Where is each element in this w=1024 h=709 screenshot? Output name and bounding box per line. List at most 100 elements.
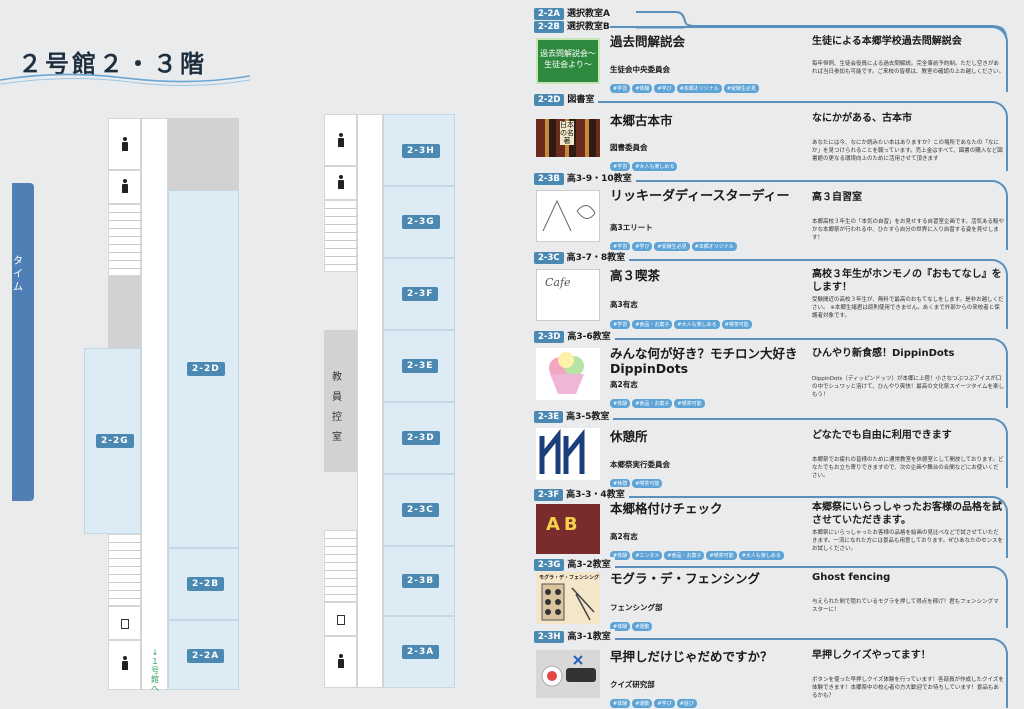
event-title: 過去問解説会 xyxy=(610,34,686,49)
event-room-header: 2-3C 高3-7・8教室 xyxy=(534,250,630,264)
buzzer-picture xyxy=(541,655,596,687)
event-description: あなたには今、なにか読みたい本はありますか？この場所であなたの「なにか」を見つけ… xyxy=(812,140,1003,162)
event-title: 休憩所 xyxy=(610,429,648,444)
event-subtitle: ひんやり新食感！DippinDots xyxy=(812,348,955,359)
event-tags: #体験 #エンタメ #食品・お菓子 #喫茶可能 #大人も楽しめる xyxy=(610,542,786,561)
event-tags: #学習 #大人も楽しめる xyxy=(610,153,679,172)
floor2-corridor xyxy=(141,118,168,690)
event-thumbnail xyxy=(536,650,600,698)
person-icon xyxy=(120,656,130,670)
room-label-2-3b: 2-3B xyxy=(402,574,440,588)
event-subtitle: 早押しクイズやってます！ xyxy=(812,650,931,661)
event-tags: #学習 #食品・お菓子 #大人も楽しめる #喫茶可能 xyxy=(610,311,754,330)
elevator-3f xyxy=(324,602,357,636)
event-title: 高３喫茶 xyxy=(610,268,661,283)
event-description: ボタンを使った早押しクイズ体験を行っています！各部員が作成したクイズを体験できま… xyxy=(812,677,1004,699)
event-organizer: 図書委員会 xyxy=(610,143,648,152)
event-card[interactable]: 過去問解説会〜生徒会より〜 過去問解説会 生徒会中央委員会 #学習 #体験 #学び #… xyxy=(534,26,1008,94)
event-subtitle: なにかがある、古本市 xyxy=(812,113,912,124)
event-title: 本郷古本市 xyxy=(610,113,673,128)
event-room-header: 2-3G 高3-2教室 xyxy=(534,557,615,571)
event-room-header: 2-3B 高3-9・10教室 xyxy=(534,171,636,185)
event-organizer: 高3有志 xyxy=(610,300,638,309)
event-description: 受験間近の高校３年生が、無料で最高のおもてなしをします。是非お越しください。 ※… xyxy=(812,297,1004,319)
event-title: 本郷格付けチェック xyxy=(610,501,723,516)
sketch-drawing xyxy=(542,199,596,232)
event-description: 毎年恒例、生徒会役員による過去問解説。完全事前予約制。ただし空きがあれば当日参加… xyxy=(812,61,1004,75)
event-card[interactable]: 2-3B 高3-9・10教室 リッキーダディースターディー 高3エリート #学習 #… xyxy=(534,171,1008,252)
event-description: 与えられた剣で隠れているモグラを押して得点を稼げ！君もフェンシングマスターに！ xyxy=(812,599,999,613)
title-wave xyxy=(0,73,250,87)
event-description: 本郷祭にいらっしゃったお客様の品格を絵画の見比べなどで試させていただきます。一流… xyxy=(812,530,1003,552)
room-label-2-3h: 2-3H xyxy=(402,144,440,158)
ice-cream-picture xyxy=(549,352,584,394)
event-description: DippinDots（ディッピンドッツ）が本郷に上陸！小さなつぶつぶアイスが口の… xyxy=(812,376,1005,398)
event-subtitle: 本郷祭にいらっしゃったお客様の品格を試させていただきます。 xyxy=(812,502,1002,526)
top-room-2-2a: 2-2A 選択教室A xyxy=(534,6,610,20)
room-label-2-2d: 2-2D xyxy=(187,362,225,376)
event-card[interactable]: 2-2D 図書室 日本の名著 本郷古本市 図書委員会 #学習 #大人も楽しめる なに… xyxy=(534,92,1008,172)
event-tags: #学習 #学び #受験生必見 #本郷オリジナル xyxy=(610,233,739,252)
event-tags: #体験 #食品・お菓子 #喫茶可能 xyxy=(610,390,707,409)
event-subtitle: 高校３年生がホンモノの『おもてなし』をします！ xyxy=(812,269,1002,293)
room-label-2-2g: 2-2G xyxy=(96,434,134,448)
event-tags: #体験 #運動 xyxy=(610,613,654,632)
event-organizer: フェンシング部 xyxy=(610,603,663,612)
event-room-header: 2-2D 図書室 xyxy=(534,92,599,106)
room-label-2-2b: 2-2B xyxy=(187,577,225,591)
event-tags: #体験 #運動 #学び #遊び xyxy=(610,690,699,709)
utility-2f xyxy=(108,276,141,348)
event-card[interactable]: 2-3C 高3-7・8教室 Cafe 高３喫茶 高3有志 #学習 #食品・お菓子 #大… xyxy=(534,250,1008,330)
person-icon xyxy=(336,175,346,189)
event-title: リッキーダディースターディー xyxy=(610,189,790,204)
room-label-2-3c: 2-3C xyxy=(402,503,439,517)
event-organizer: 本郷祭実行委員会 xyxy=(610,460,670,469)
event-subtitle: 高３自習室 xyxy=(812,192,862,203)
event-description: 本郷祭でお疲れの皆様のために通常教室を休憩室として開放しております。どなたでもお… xyxy=(812,457,1004,479)
side-tab-label: タイム xyxy=(13,256,23,293)
room-label-2-3d: 2-3D xyxy=(402,431,440,445)
event-card[interactable]: 2-3E 高3-5教室 休憩所 本郷祭実行委員会 #休憩 #喫茶可能 どなたでも自由… xyxy=(534,409,1008,488)
event-description: 本郷高校３年生の「本気の自習」をお見せする自習室企画です。活気ある賑やかな本郷祭… xyxy=(812,219,1004,241)
event-thumbnail xyxy=(536,190,600,242)
person-icon xyxy=(120,137,130,151)
event-room-header: 2-3E 高3-5教室 xyxy=(534,409,614,423)
event-thumbnail: Cafe xyxy=(536,269,600,321)
event-card[interactable]: 2-3D 高3-6教室 みんな何が好き？モチロン大好きDippinDots 高2有… xyxy=(534,329,1008,409)
stairs-2f-lower xyxy=(108,534,141,606)
elevator-2f xyxy=(108,606,141,640)
room-label-2-3f: 2-3F xyxy=(402,287,439,301)
person-icon xyxy=(120,179,130,193)
event-room-header: 2-3F 高3-3・4教室 xyxy=(534,487,629,501)
event-card[interactable]: 2-3G 高3-2教室 モグラ・デ・フェンシング！ モグラ・デ・フェンシング フェ… xyxy=(534,557,1008,631)
event-organizer: 生徒会中央委員会 xyxy=(610,65,670,74)
pamphlet-page: ２号館２・３階 タイム 2-2G 2-2D 2-2B 2-2A ↓１号館へ 教員… xyxy=(0,0,1024,709)
event-thumbnail: 日本の名著 xyxy=(536,119,600,157)
stairs-3f-lower xyxy=(324,530,357,602)
mole-board-picture xyxy=(541,583,595,621)
staff-room-label: 教員控室 xyxy=(332,372,342,443)
storage-2f xyxy=(168,118,239,190)
room-label-2-3g: 2-3G xyxy=(402,215,440,229)
event-subtitle: どなたでも自由に利用できます xyxy=(812,430,952,441)
event-thumbnail xyxy=(536,348,600,400)
event-thumbnail: AB xyxy=(536,504,600,554)
event-organizer: 高2有志 xyxy=(610,532,638,541)
event-room-header: 2-3H 高3-1教室 xyxy=(534,629,615,643)
person-icon xyxy=(336,654,346,668)
event-card[interactable]: 2-3F 高3-3・4教室 AB 本郷格付けチェック 高2有志 #体験 #エンタメ #… xyxy=(534,487,1008,561)
event-thumbnail: 過去問解説会〜生徒会より〜 xyxy=(536,38,600,84)
event-thumbnail: モグラ・デ・フェンシング！ xyxy=(536,572,600,624)
person-icon xyxy=(336,133,346,147)
floor3-corridor xyxy=(357,114,383,688)
event-organizer: クイズ研究部 xyxy=(610,680,655,689)
event-organizer: 高2有志 xyxy=(610,380,638,389)
to-building1-label: ↓１号館へ xyxy=(151,648,159,693)
event-tags: #学習 #体験 #学び #本郷オリジナル #受験生必見 xyxy=(610,75,761,94)
room-label-2-2a: 2-2A xyxy=(187,649,225,663)
event-subtitle: 生徒による本郷学校過去問解説会 xyxy=(812,36,962,47)
room-label-2-3a: 2-3A xyxy=(402,645,440,659)
event-title: 早押しだけじゃだめですか？ xyxy=(610,649,773,664)
side-tab[interactable] xyxy=(12,183,34,501)
event-card[interactable]: 2-3H 高3-1教室 早押しだけじゃだめですか？ クイズ研究部 #体験 #運動 #学… xyxy=(534,629,1008,709)
